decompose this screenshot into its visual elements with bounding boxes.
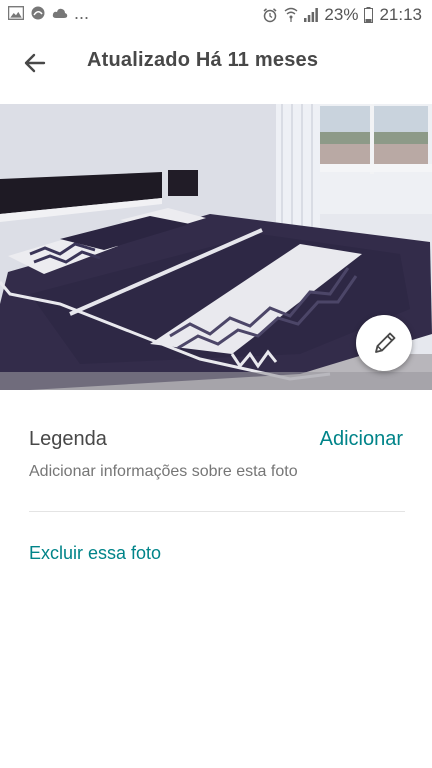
signal-icon	[304, 8, 319, 22]
status-bar: ... 23% 21:13	[0, 0, 432, 32]
back-button[interactable]	[20, 48, 52, 78]
system-status: 23% 21:13	[262, 5, 422, 25]
clock: 21:13	[379, 5, 422, 24]
caption-hint: Adicionar informações sobre esta foto	[29, 463, 298, 480]
wifi-icon	[284, 7, 298, 22]
alarm-icon	[263, 8, 277, 23]
delete-photo-link[interactable]: Excluir essa foto	[29, 543, 161, 564]
more-notifications: ...	[74, 3, 90, 23]
add-caption-link[interactable]: Adicionar	[320, 428, 403, 451]
divider	[29, 511, 405, 512]
pencil-icon	[375, 332, 396, 353]
weather-icon	[31, 6, 45, 20]
edit-photo-button[interactable]	[356, 315, 412, 371]
battery-percent: 23%	[324, 5, 359, 24]
battery-icon	[364, 7, 374, 23]
app-bar: Atualizado Há 11 meses	[0, 32, 432, 94]
notification-icons: ...	[8, 3, 90, 23]
image-icon	[8, 6, 24, 20]
arrow-left-icon	[24, 53, 46, 73]
caption-label: Legenda	[29, 428, 107, 450]
cloud-icon	[52, 8, 68, 18]
page-title: Atualizado Há 11 meses	[87, 49, 319, 71]
